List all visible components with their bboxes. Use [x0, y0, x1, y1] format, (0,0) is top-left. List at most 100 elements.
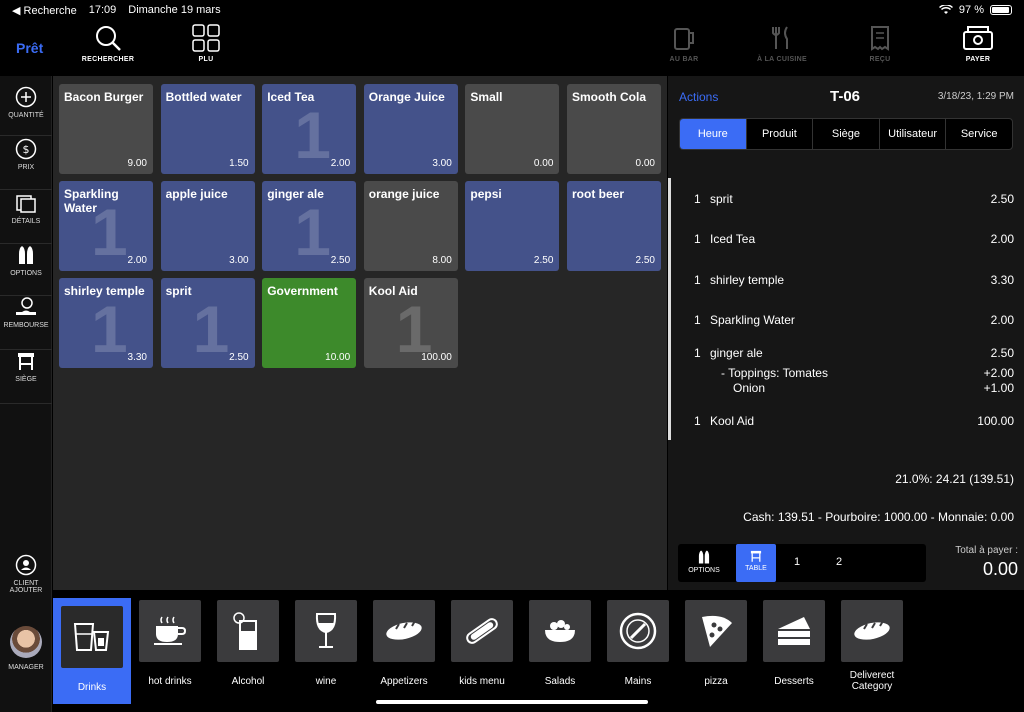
product-price: 3.30 [127, 352, 147, 363]
category-desserts[interactable]: Desserts [755, 600, 833, 687]
refund-button[interactable]: REMBOURSE [0, 296, 52, 350]
product-tile[interactable]: 1 Kool Aid 100.00 [363, 278, 458, 368]
tab-utilisateur[interactable]: Utilisateur [880, 119, 947, 149]
category-alcohol[interactable]: Alcohol [209, 600, 287, 687]
seat-selector: OPTIONS TABLE 1 2 [678, 544, 926, 582]
home-indicator [376, 700, 648, 704]
avatar [10, 626, 42, 658]
category-pizza[interactable]: pizza [677, 600, 755, 687]
cutlery-icon [772, 26, 788, 49]
manager-button[interactable]: MANAGER [0, 626, 52, 678]
table-seat-button[interactable]: TABLE [736, 544, 776, 582]
product-tile[interactable]: Small 0.00 [465, 84, 560, 174]
product-tile[interactable]: orange juice 8.00 [363, 181, 458, 271]
product-tile[interactable]: Bacon Burger 9.00 [59, 84, 153, 174]
product-tile[interactable]: 1 ginger ale 2.50 [262, 181, 357, 271]
product-price: 100.00 [421, 352, 452, 363]
product-name: sprit [165, 284, 192, 298]
product-tile[interactable]: Government 10.00 [262, 278, 357, 368]
coffee-cup-icon [139, 600, 201, 662]
seat-2-button[interactable]: 2 [836, 556, 842, 568]
category-hot-drinks[interactable]: hot drinks [131, 600, 209, 687]
product-price: 2.50 [533, 255, 554, 266]
product-tile[interactable]: 1 Sparkling Water 2.00 [59, 181, 153, 271]
product-name: apple juice [165, 187, 228, 201]
product-name: Orange Juice [368, 90, 445, 104]
category-kids-menu[interactable]: kids menu [443, 600, 521, 687]
status-time: 17:09 [88, 4, 117, 16]
tab-service[interactable]: Service [946, 119, 1012, 149]
product-tile[interactable]: 1 shirley temple 3.30 [59, 278, 153, 368]
product-tile[interactable]: 1 Iced Tea 2.00 [262, 84, 357, 174]
category-salads[interactable]: Salads [521, 600, 599, 687]
order-line[interactable]: 1 shirley temple 3.30 [694, 273, 1014, 289]
product-tile[interactable]: Orange Juice 3.00 [363, 84, 458, 174]
product-tile[interactable]: Smooth Cola 0.00 [567, 84, 661, 174]
plu-button[interactable]: PLU [166, 24, 246, 63]
product-price: 9.00 [127, 158, 147, 169]
tab-heure[interactable]: Heure [680, 119, 747, 149]
actions-link[interactable]: Actions [679, 90, 718, 104]
ready-status[interactable]: Prêt [16, 40, 43, 56]
details-icon [16, 195, 36, 213]
product-name: root beer [572, 187, 625, 201]
left-sidebar: QUANTITÉ $ PRIX DÉTAILS OPTIONS REMBOURS… [0, 76, 52, 712]
seat-1-button[interactable]: 1 [794, 556, 800, 568]
category-mains[interactable]: Mains [599, 600, 677, 687]
search-button[interactable]: RECHERCHER [68, 24, 148, 63]
product-price: 8.00 [432, 255, 452, 266]
product-tile[interactable]: 1 sprit 2.50 [160, 278, 255, 368]
tab-siege[interactable]: Siège [813, 119, 880, 149]
send-to-bar-button[interactable]: AU BAR [644, 24, 724, 63]
category-drinks[interactable]: Drinks [53, 598, 131, 704]
order-line[interactable]: 1 Kool Aid 100.00 [694, 414, 1014, 430]
order-line[interactable]: 1 Sparkling Water 2.00 [694, 313, 1014, 329]
order-footer: OPTIONS TABLE 1 2 Total à payer : 0.00 [668, 538, 1024, 590]
product-tile[interactable]: root beer 2.50 [567, 181, 661, 271]
product-price: 2.50 [635, 255, 655, 266]
product-price: 3.00 [432, 158, 452, 169]
pay-button[interactable]: PAYER [938, 24, 1018, 63]
product-name: shirley temple [64, 284, 145, 298]
product-name: Smooth Cola [572, 90, 646, 104]
tax-summary: 21.0%: 24.21 (139.51) [895, 472, 1014, 486]
details-button[interactable]: DÉTAILS [0, 192, 52, 244]
product-name: Small [470, 90, 503, 104]
order-line[interactable]: 1 ginger ale 2.50 [694, 346, 1014, 362]
receipt-icon [871, 26, 889, 51]
product-tile[interactable]: Bottled water 1.50 [160, 84, 255, 174]
cake-icon [763, 600, 825, 662]
status-bar: ◀ Recherche 17:09 Dimanche 19 mars 97 % [0, 0, 1024, 20]
receipt-button[interactable]: REÇU [840, 24, 920, 63]
product-tile[interactable]: pepsi 2.50 [465, 181, 560, 271]
product-name: ginger ale [267, 187, 324, 201]
add-client-button[interactable]: CLIENT AJOUTER [0, 554, 52, 610]
product-name: Bacon Burger [64, 90, 144, 104]
drinks-icon [61, 606, 123, 668]
table-number: T-06 [830, 88, 861, 105]
category-wine[interactable]: wine [287, 600, 365, 687]
tab-produit[interactable]: Produit [747, 119, 814, 149]
plate-icon [607, 600, 669, 662]
category-deliverect[interactable]: Deliverect Category [833, 600, 911, 692]
price-button[interactable]: $ PRIX [0, 138, 52, 190]
bread-icon [841, 600, 903, 662]
seat-button[interactable]: SIÈGE [0, 350, 52, 404]
category-appetizers[interactable]: Appetizers [365, 600, 443, 687]
salt-pepper-icon [698, 550, 710, 564]
options-footer-button[interactable]: OPTIONS [678, 544, 730, 582]
options-button[interactable]: OPTIONS [0, 244, 52, 296]
order-line[interactable]: 1 Iced Tea 2.00 [694, 232, 1014, 248]
quantity-button[interactable]: QUANTITÉ [0, 86, 52, 136]
send-to-kitchen-button[interactable]: À LA CUISINE [742, 24, 822, 63]
product-price: 0.00 [533, 158, 554, 169]
product-price: 2.00 [127, 255, 147, 266]
product-price: 2.50 [229, 352, 249, 363]
back-to-search-link[interactable]: ◀ Recherche [12, 4, 77, 17]
hotdog-icon [451, 600, 513, 662]
order-line[interactable]: 1 sprit 2.50 [694, 192, 1014, 208]
dollar-circle-icon: $ [15, 138, 37, 160]
quantity-watermark: 1 [294, 195, 331, 269]
product-price: 10.00 [325, 352, 351, 363]
product-tile[interactable]: apple juice 3.00 [160, 181, 255, 271]
